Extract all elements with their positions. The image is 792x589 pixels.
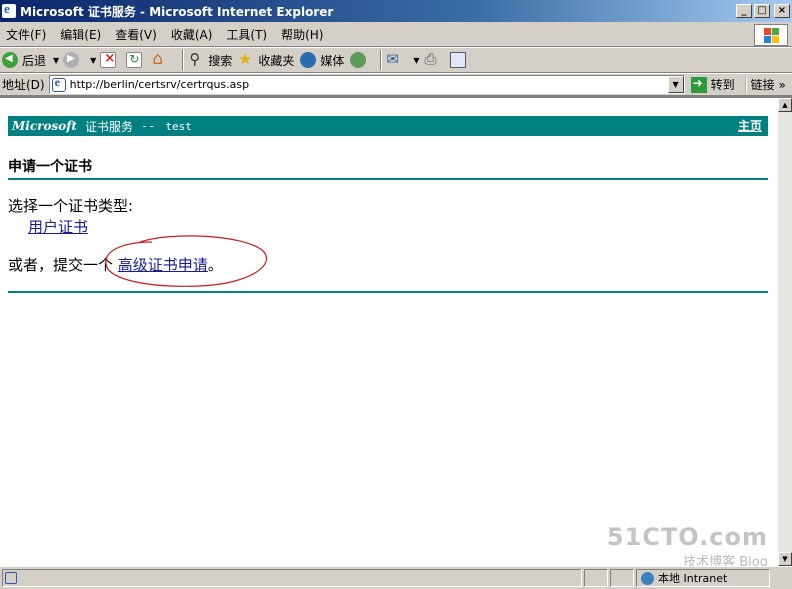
status-pane [610,569,634,587]
windows-logo [754,24,788,46]
back-arrow-icon [2,52,18,68]
menu-bar: 文件(F) 编辑(E) 查看(V) 收藏(A) 工具(T) 帮助(H) [0,22,792,47]
zone-label: 本地 Intranet [658,572,728,585]
history-icon [350,52,367,68]
intranet-globe-icon [641,571,654,585]
star-icon [238,50,254,68]
forward-arrow-icon [63,52,80,68]
page-title: 申请一个证书 [8,156,768,180]
page-viewport: Microsoft 证书服务 -- test 主页 申请一个证书 选择一个证书类… [0,96,778,566]
media-button[interactable]: 媒体 [300,52,344,69]
red-annotation-circle [105,235,268,287]
or-prefix-text: 或者，提交一个 [8,256,114,274]
status-pane [584,569,608,587]
mail-button[interactable] [386,50,406,68]
cert-type-prompt: 选择一个证书类型: [8,197,134,215]
scroll-up-icon[interactable]: ▲ [778,98,792,112]
favorites-button[interactable]: 收藏夹 [238,50,295,69]
window-title: Microsoft 证书服务 - Microsoft Internet Expl… [20,4,334,19]
print-icon [424,50,440,68]
home-button[interactable] [152,49,172,69]
history-button[interactable] [350,52,370,68]
page-icon [51,75,66,92]
windows-flag-icon [764,28,780,44]
back-label: 后退 [22,53,47,68]
toolbar-separator [182,50,185,70]
go-label: 转到 [710,78,735,92]
edit-button[interactable] [449,52,470,68]
bottom-rule [8,291,768,293]
stop-button[interactable] [100,51,120,68]
status-bar: 本地 Intranet [0,566,792,589]
mail-icon [386,50,402,68]
search-button[interactable]: 搜索 [188,50,233,69]
address-field[interactable]: ▼ [48,75,685,94]
close-button[interactable]: × [774,4,790,18]
menu-file[interactable]: 文件(F) [6,26,46,43]
home-link[interactable]: 主页 [738,117,762,134]
title-bar: Microsoft 证书服务 - Microsoft Internet Expl… [0,0,792,22]
menu-tools[interactable]: 工具(T) [226,26,267,43]
url-input[interactable] [69,78,668,91]
refresh-icon [126,52,143,68]
media-icon [300,52,317,68]
forward-dropdown-icon[interactable]: ▼ [90,56,96,65]
links-label: 链接 [750,78,775,92]
scroll-down-icon[interactable]: ▼ [778,552,792,566]
banner-ca-name: test [165,119,192,133]
cert-services-banner: Microsoft 证书服务 -- test 主页 [8,116,768,136]
user-certificate-link[interactable]: 用户证书 [28,216,88,237]
refresh-button[interactable] [126,52,146,68]
banner-service: 证书服务 [84,119,133,134]
banner-separator: -- [140,119,156,133]
edit-icon [449,52,466,68]
back-button[interactable]: 后退 [2,52,46,69]
search-icon [188,50,204,68]
ie-app-icon[interactable] [2,1,16,18]
address-dropdown-icon[interactable]: ▼ [667,76,684,93]
links-button[interactable]: 链接 » [744,76,786,93]
security-zone: 本地 Intranet [636,569,770,587]
window-controls: _ □ × [736,4,790,18]
favorites-label: 收藏夹 [258,53,295,68]
watermark-line1: 51CTO.com [606,523,768,551]
banner-brand: Microsoft [12,119,77,133]
home-icon [152,49,168,69]
maximize-button[interactable]: □ [754,4,770,18]
vertical-scrollbar[interactable]: ▲ ▼ [778,96,792,566]
back-dropdown-icon[interactable]: ▼ [53,56,59,65]
toolbar-separator [380,50,383,70]
links-chevron-icon: » [778,78,786,92]
menu-view[interactable]: 查看(V) [115,26,157,43]
menu-help[interactable]: 帮助(H) [281,26,323,43]
go-arrow-icon [690,76,707,93]
status-text-pane [2,569,582,587]
forward-button[interactable] [63,52,83,68]
go-button[interactable]: 转到 [690,76,735,93]
address-bar: 地址(D) ▼ 转到 链接 » [0,73,792,96]
ie-page-icon [5,572,17,584]
watermark-line2: 技术博客 Blog [683,555,768,566]
menu-edit[interactable]: 编辑(E) [60,26,101,43]
print-button[interactable] [424,50,444,68]
stop-icon [100,51,117,68]
address-label: 地址(D) [2,78,45,92]
site-watermark: 51CTO.com 技术博客 Blog [607,523,768,566]
standard-toolbar: 后退 ▼ ▼ 搜索 收藏夹 媒体 ▼ [0,47,792,73]
search-label: 搜索 [208,53,233,68]
menu-favorites[interactable]: 收藏(A) [171,26,213,43]
minimize-button[interactable]: _ [736,4,752,18]
media-label: 媒体 [320,53,345,68]
mail-dropdown-icon[interactable]: ▼ [413,56,419,65]
